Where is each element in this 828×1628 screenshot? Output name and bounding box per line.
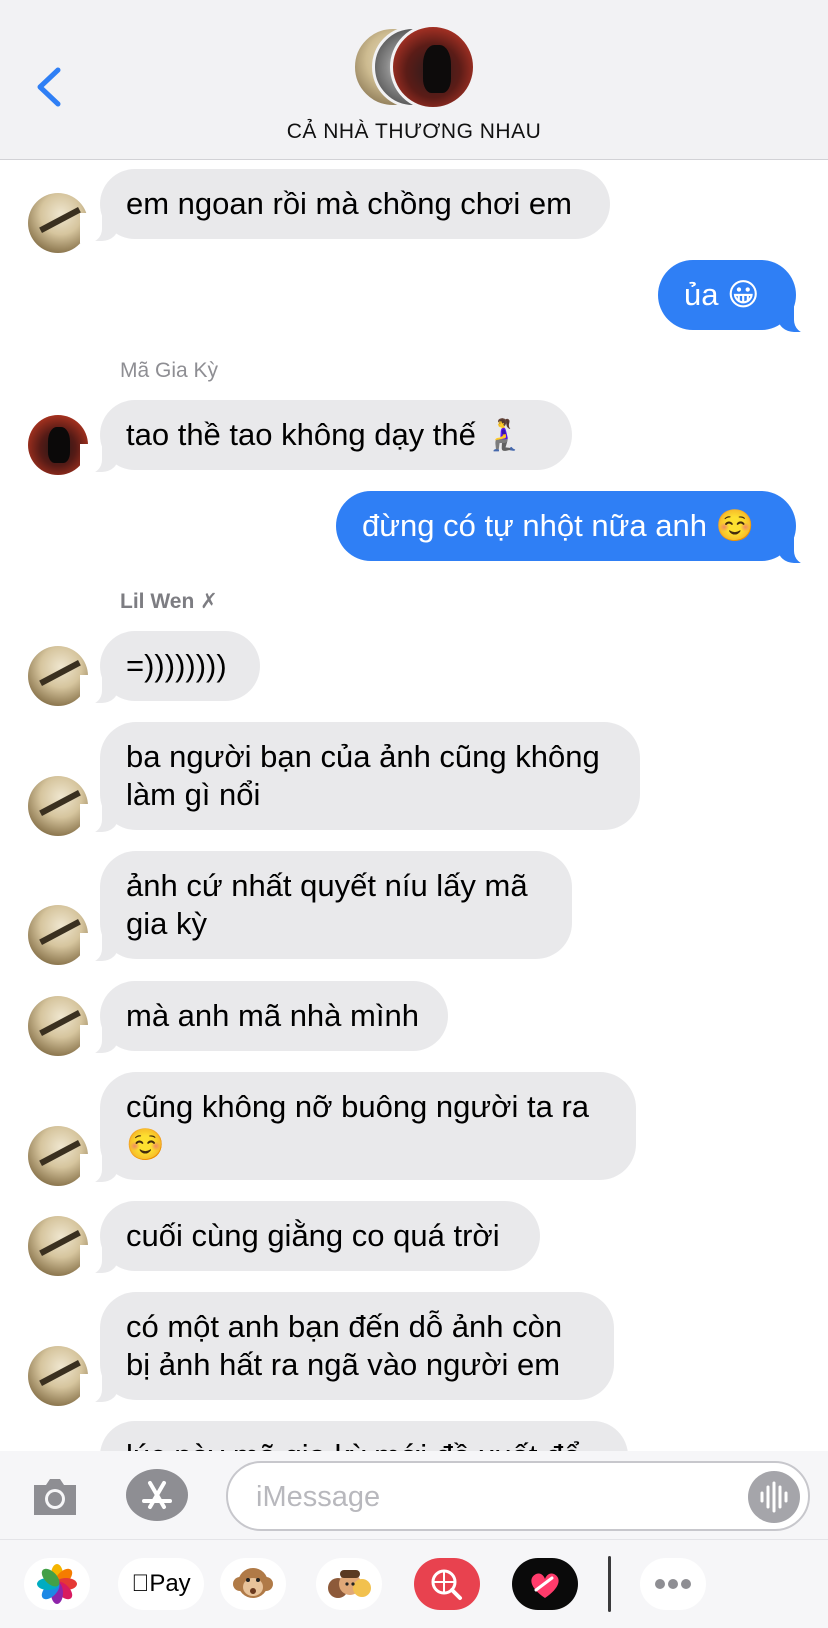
avatar[interactable] xyxy=(28,996,88,1056)
web-search-icon xyxy=(414,1558,480,1610)
group-avatar-stack[interactable] xyxy=(352,24,482,110)
avatar[interactable] xyxy=(28,193,88,253)
avatar[interactable] xyxy=(28,905,88,965)
app-drawer: Pay xyxy=(0,1539,828,1628)
message-bubble[interactable]: lúc này mã gia kỳ mới đề xuất để xyxy=(100,1421,628,1451)
group-member-avatar xyxy=(390,24,476,110)
animoji-monkey-icon xyxy=(233,1568,273,1598)
message-bubble[interactable]: mà anh mã nhà mình xyxy=(100,981,448,1051)
sender-name: Mã Gia Kỳ xyxy=(120,359,219,382)
message-bubble[interactable]: có một anh bạn đến dỗ ảnh còn bị ảnh hất… xyxy=(100,1292,614,1400)
photos-app-button[interactable] xyxy=(24,1558,90,1610)
digital-touch-icon xyxy=(512,1558,578,1610)
message-bubble[interactable]: ảnh cứ nhất quyết níu lấy mã gia kỳ xyxy=(100,851,572,959)
message-bubble[interactable]: tao thề tao không dạy thế 🧎‍♀️ xyxy=(100,400,572,470)
camera-icon xyxy=(34,1479,76,1515)
apple-pay-button[interactable]: Pay xyxy=(118,1558,204,1610)
sender-name: Lil Wen ✗ xyxy=(120,590,218,613)
digital-touch-button[interactable] xyxy=(512,1558,578,1610)
voice-message-button[interactable] xyxy=(748,1471,800,1523)
animoji-button[interactable] xyxy=(220,1558,286,1610)
waveform-icon xyxy=(760,1481,788,1513)
message-thread: em ngoan rồi mà chồng chơi em ủa 😀 Mã Gi… xyxy=(0,161,828,1451)
more-apps-button[interactable] xyxy=(640,1558,706,1610)
avatar[interactable] xyxy=(28,1216,88,1276)
apple-pay-icon: Pay xyxy=(118,1570,204,1598)
avatar[interactable] xyxy=(28,1346,88,1406)
back-button[interactable] xyxy=(30,62,70,112)
avatar[interactable] xyxy=(28,646,88,706)
web-search-button[interactable] xyxy=(414,1558,480,1610)
drawer-divider xyxy=(608,1556,611,1612)
avatar[interactable] xyxy=(28,415,88,475)
more-icon xyxy=(655,1579,691,1589)
app-store-button[interactable] xyxy=(126,1469,188,1521)
camera-button[interactable] xyxy=(30,1473,80,1519)
chevron-left-icon xyxy=(37,67,61,107)
app-store-icon xyxy=(142,1481,172,1509)
memoji-button[interactable] xyxy=(316,1558,382,1610)
conversation-header: CẢ NHÀ THƯƠNG NHAU xyxy=(0,0,828,160)
message-bubble[interactable]: cũng không nỡ buông người ta ra ☺️ xyxy=(100,1072,636,1180)
message-input-placeholder: iMessage xyxy=(256,1481,381,1513)
photos-icon xyxy=(37,1564,77,1604)
compose-bar: iMessage xyxy=(0,1451,828,1539)
message-bubble[interactable]: cuối cùng giằng co quá trời xyxy=(100,1201,540,1271)
message-bubble[interactable]: đừng có tự nhột nữa anh ☺️ xyxy=(336,491,796,561)
memoji-icon xyxy=(328,1570,371,1598)
group-name[interactable]: CẢ NHÀ THƯƠNG NHAU xyxy=(0,120,828,144)
apple-pay-label: Pay xyxy=(140,1570,190,1597)
message-bubble[interactable]: ủa 😀 xyxy=(658,260,796,330)
message-bubble[interactable]: =)))))))) xyxy=(100,631,260,701)
avatar[interactable] xyxy=(28,776,88,836)
avatar[interactable] xyxy=(28,1126,88,1186)
message-input[interactable]: iMessage xyxy=(226,1461,810,1531)
message-bubble[interactable]: em ngoan rồi mà chồng chơi em xyxy=(100,169,610,239)
message-bubble[interactable]: ba người bạn của ảnh cũng không làm gì n… xyxy=(100,722,640,830)
